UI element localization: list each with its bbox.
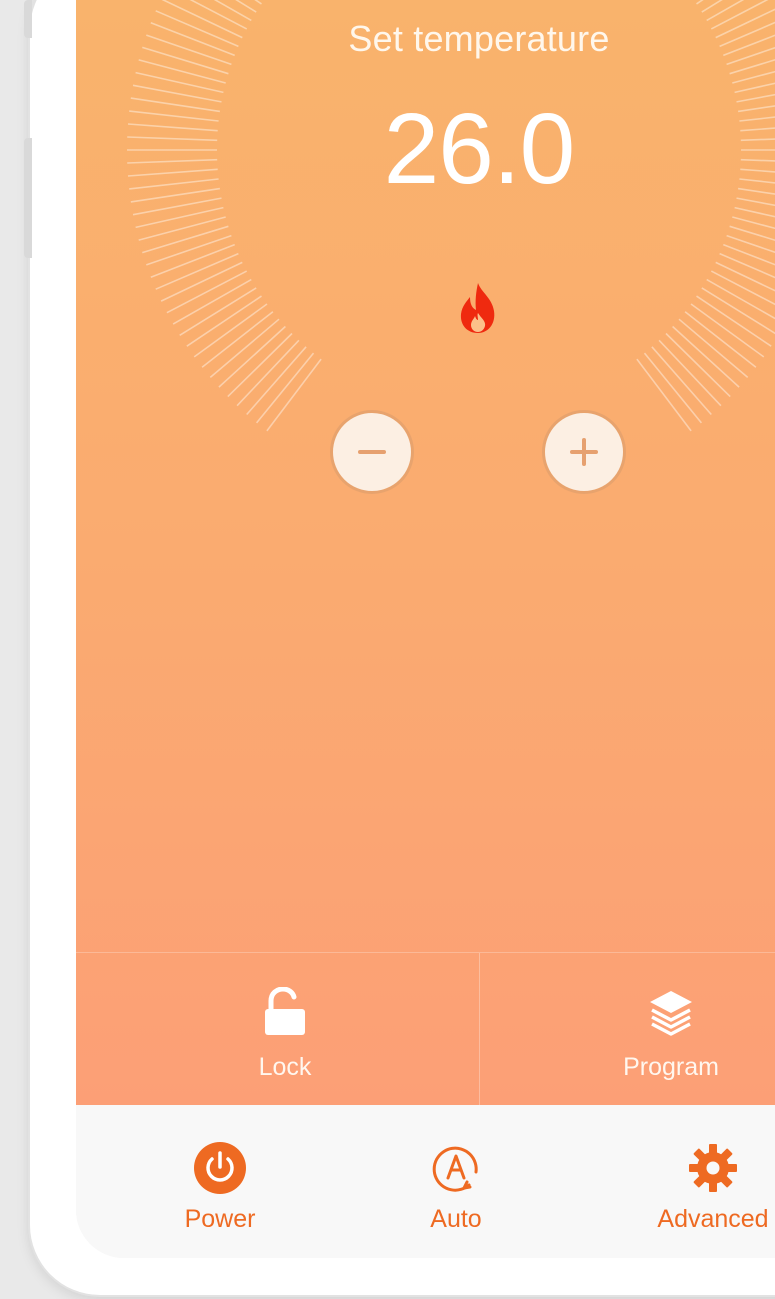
gear-icon [689,1144,737,1192]
nav-power[interactable]: Power [125,1141,315,1234]
dial-tick [135,206,224,229]
lock-button[interactable]: Lock [185,953,385,1106]
lock-label: Lock [258,1053,312,1081]
increase-temperature-button[interactable] [542,410,626,494]
auto-mode-icon [432,1146,478,1192]
dial-tick [255,352,315,424]
program-button[interactable]: Program [571,953,771,1106]
dial-tick [636,358,692,432]
dial-tick [665,332,731,398]
dial-tick [201,311,274,368]
dial-tick [696,295,772,347]
dial-tick [684,311,757,368]
dial-tick [719,252,775,279]
nav-advanced[interactable]: Advanced [618,1141,775,1234]
dial-tick [179,287,257,336]
power-icon [194,1142,246,1194]
dial-tick [710,270,775,306]
dial-tick [658,339,722,407]
dial-tick [246,346,307,416]
dial-tick [227,332,293,398]
flame-icon [456,282,500,334]
dial-tick [186,295,262,347]
dial-tick [678,318,749,379]
dial-tick [672,325,740,388]
nav-power-label: Power [184,1205,256,1233]
action-row: Lock Program [76,952,775,1106]
program-label: Program [623,1053,719,1081]
nav-advanced-label: Advanced [657,1205,769,1233]
dial-tick [138,216,226,241]
bottom-navigation: Power Auto Advanced [76,1105,775,1258]
dial-tick [138,59,226,84]
dial-tick [236,339,300,407]
dial-tick [734,206,775,218]
dial-tick [172,278,252,325]
dial-tick [193,303,268,358]
dial-tick [643,352,703,424]
dial-tick [209,318,280,379]
thermostat-screen: Set temperature 26.0 Lock Program Power … [76,0,775,1258]
nav-auto[interactable]: Auto [361,1141,551,1234]
layers-icon [650,991,692,1036]
phone-side-button [24,0,32,38]
dial-tick [734,82,775,94]
minus-icon [358,450,386,454]
dial-tick [142,225,229,254]
nav-auto-label: Auto [430,1205,482,1233]
dial-tick [690,303,765,358]
dial-tick [266,358,322,432]
dial-tick [135,71,224,94]
dial-tick [651,346,712,416]
setpoint-value: 26.0 [383,93,576,205]
temperature-dial[interactable] [76,0,775,520]
dial-tick [218,325,286,388]
app-screenshot: Set temperature 26.0 Lock Program Power … [0,0,775,1299]
plus-icon [570,438,598,466]
unlock-icon [265,987,305,1035]
dial-tick [715,261,775,292]
action-divider [479,953,480,1106]
phone-side-button [24,138,32,258]
decrease-temperature-button[interactable] [330,410,414,494]
setpoint-label: Set temperature [348,18,610,59]
dial-ticks [127,0,775,432]
